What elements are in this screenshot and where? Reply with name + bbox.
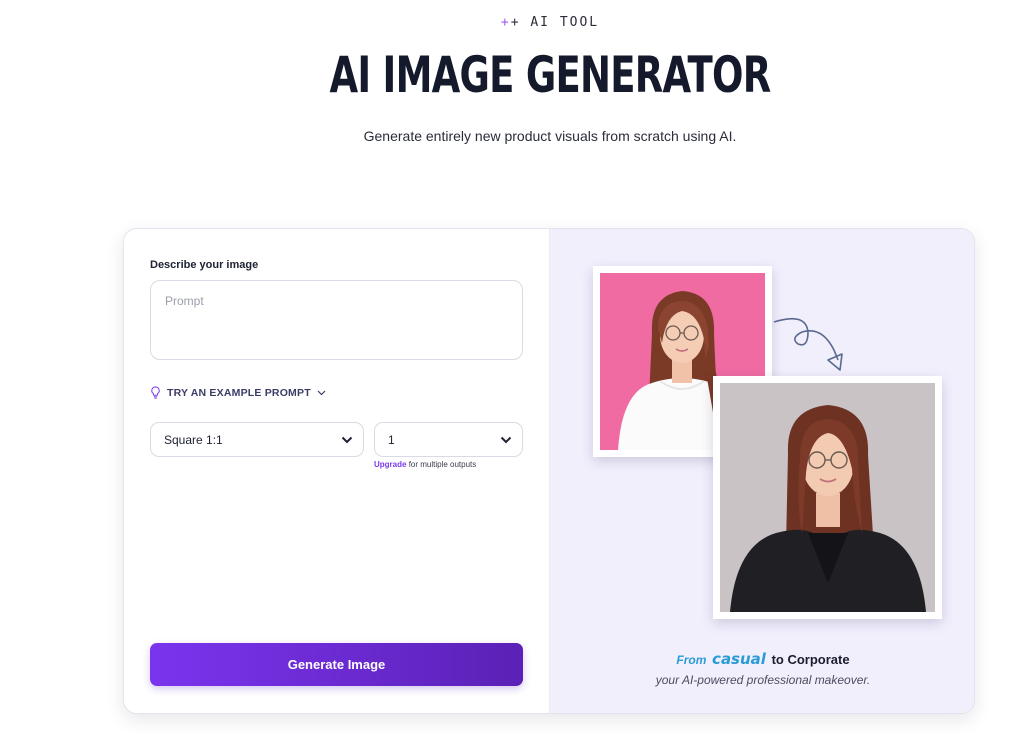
chevron-down-icon [500,433,512,447]
showcase-panel: From casual to Corporate your AI-powered… [550,229,974,713]
generator-form: Describe your image TRY AN EXAMPLE PROMP… [124,229,550,713]
showcase-subcaption: your AI-powered professional makeover. [655,673,871,687]
plus-icon: + [510,15,519,30]
prompt-input[interactable] [150,280,523,360]
caption-casual: casual [712,650,766,668]
chevron-down-icon [341,433,353,447]
chevron-down-icon [317,390,326,396]
generate-image-button[interactable]: Generate Image [150,643,523,686]
upgrade-note: Upgrade for multiple outputs [374,460,476,469]
upgrade-link[interactable]: Upgrade [374,460,406,469]
showcase-caption: From casual to Corporate [550,650,974,668]
sparkle-icon: + [500,15,509,30]
eyebrow-text: AI TOOL [530,15,600,30]
eyebrow-label: + + AI TOOL [0,15,1026,30]
try-example-prompt-link[interactable]: TRY AN EXAMPLE PROMPT [150,386,326,399]
output-count-select[interactable]: 1 [374,422,523,457]
prompt-label: Describe your image [150,259,259,271]
curved-arrow-icon [773,317,843,371]
caption-from: From [676,653,707,667]
aspect-ratio-select[interactable]: Square 1:1 [150,422,364,457]
corporate-photo [713,376,942,619]
page-title: AI IMAGE GENERATOR [329,46,771,104]
upgrade-note-text: for multiple outputs [408,460,477,469]
output-count-value: 1 [388,432,395,447]
lightbulb-icon [150,386,161,399]
caption-to-corporate: to Corporate [771,652,850,667]
generator-card: Describe your image TRY AN EXAMPLE PROMP… [123,228,975,714]
try-example-prompt-label: TRY AN EXAMPLE PROMPT [167,386,311,399]
page-subtitle: Generate entirely new product visuals fr… [363,128,737,144]
aspect-ratio-value: Square 1:1 [164,432,223,447]
